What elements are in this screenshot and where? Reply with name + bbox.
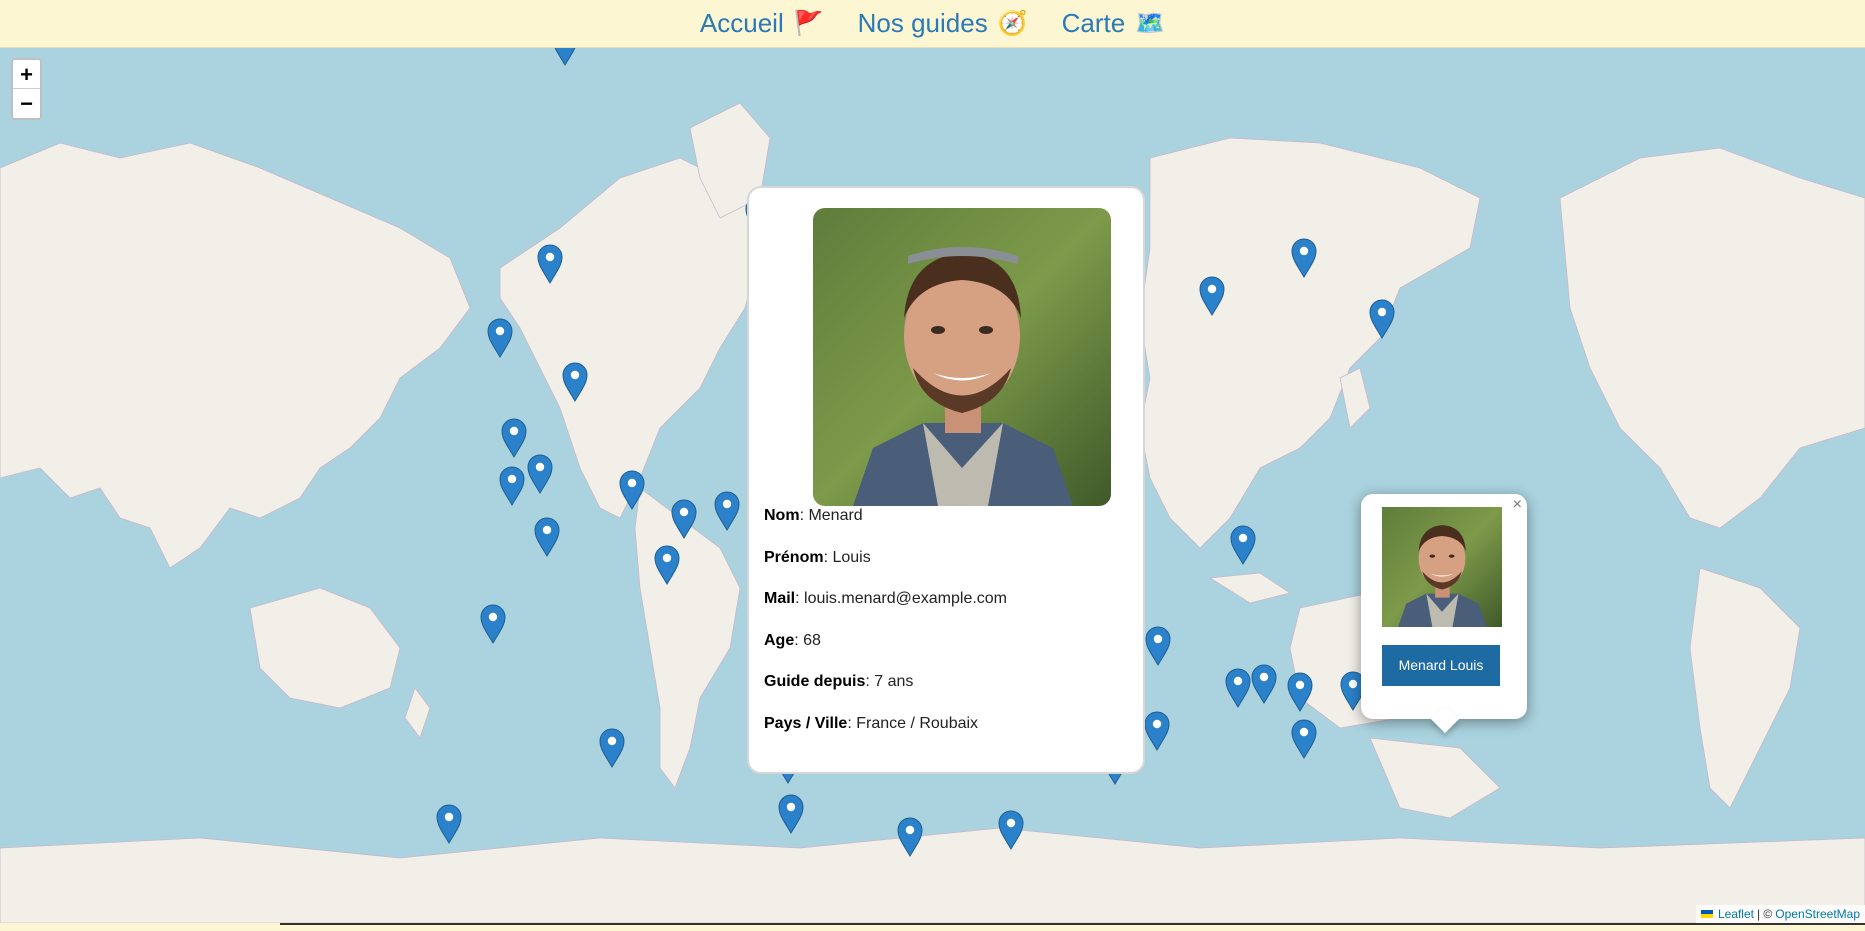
guide-detail-card: Nom: Menard Prénom: Louis Mail: louis.me…: [747, 186, 1145, 774]
guide-nom-value: Menard: [808, 507, 863, 524]
guide-field-mail: Mail: louis.menard@example.com: [764, 590, 1008, 607]
map-marker-pin-icon[interactable]: [1287, 672, 1313, 712]
map-marker-pin-icon[interactable]: [1291, 719, 1317, 759]
nav-nos-guides[interactable]: Nos guides 🧭: [858, 8, 1028, 39]
popup-guide-button[interactable]: Menard Louis: [1382, 645, 1500, 686]
zoom-out-button[interactable]: −: [13, 89, 40, 118]
nav-accueil[interactable]: Accueil 🚩: [700, 8, 824, 39]
guide-portrait-image: [813, 208, 1111, 506]
guide-field-age: Age: 68: [764, 631, 821, 649]
bottom-strip: [0, 923, 1865, 931]
map-marker-pin-icon[interactable]: [534, 517, 560, 557]
leaflet-link[interactable]: Leaflet: [1718, 905, 1754, 923]
guide-field-nom: Nom: Menard: [764, 507, 863, 524]
zoom-control: + −: [11, 58, 42, 120]
map-attribution: Leaflet | © OpenStreetMap: [1695, 905, 1865, 923]
map-marker-pin-icon[interactable]: [1144, 711, 1170, 751]
map-marker-pin-icon[interactable]: [487, 318, 513, 358]
map-marker-pin-icon[interactable]: [480, 604, 506, 644]
world-map-icon: 🗺️: [1135, 9, 1166, 37]
map-marker-pin-icon[interactable]: [714, 491, 740, 531]
red-flag-icon: 🚩: [793, 9, 824, 37]
map-marker-pin-icon[interactable]: [671, 499, 697, 539]
guide-field-prenom: Prénom: Louis: [764, 548, 871, 566]
map-marker-pin-icon[interactable]: [1230, 525, 1256, 565]
openstreetmap-link[interactable]: OpenStreetMap: [1775, 905, 1860, 923]
marker-popup: × Menard Louis: [1361, 494, 1527, 734]
guide-pays-ville-value: France / Roubaix: [856, 714, 979, 732]
popup-portrait-image: [1382, 507, 1502, 627]
zoom-in-button[interactable]: +: [13, 60, 40, 89]
nav-carte[interactable]: Carte 🗺️: [1062, 8, 1165, 39]
map-marker-pin-icon[interactable]: [654, 545, 680, 585]
map-marker-pin-icon[interactable]: [1145, 626, 1171, 666]
guide-prenom-value: Louis: [832, 548, 871, 566]
guide-age-value: 68: [803, 631, 821, 649]
compass-icon: 🧭: [997, 9, 1028, 37]
ukraine-flag-icon: [1700, 910, 1713, 918]
map-marker-pin-icon[interactable]: [537, 244, 563, 284]
nav-carte-label: Carte: [1061, 8, 1126, 38]
map-marker-pin-icon[interactable]: [501, 418, 527, 458]
nav-nos-guides-label: Nos guides: [857, 8, 988, 38]
map-marker-pin-icon[interactable]: [897, 817, 923, 857]
guide-field-pays-ville: Pays / Ville: France / Roubaix: [764, 714, 979, 732]
popup-close-button[interactable]: ×: [1513, 496, 1522, 514]
guide-mail-value: louis.menard@example.com: [804, 590, 1008, 607]
map-marker-pin-icon[interactable]: [552, 48, 578, 66]
map-marker-pin-icon[interactable]: [1369, 299, 1395, 339]
nav-accueil-label: Accueil: [699, 8, 784, 38]
guide-depuis-value: 7 ans: [874, 673, 914, 690]
map-marker-pin-icon[interactable]: [1225, 668, 1251, 708]
map-marker-pin-icon[interactable]: [619, 470, 645, 510]
map-marker-pin-icon[interactable]: [998, 810, 1024, 850]
map-marker-pin-icon[interactable]: [436, 804, 462, 844]
map-marker-pin-icon[interactable]: [562, 362, 588, 402]
map-marker-pin-icon[interactable]: [778, 794, 804, 834]
popup-guide-photo: [1382, 507, 1502, 627]
guide-photo: [813, 208, 1111, 506]
attribution-separator: | ©: [1756, 907, 1773, 921]
map-marker-pin-icon[interactable]: [599, 728, 625, 768]
map-marker-pin-icon[interactable]: [527, 454, 553, 494]
map-marker-pin-icon[interactable]: [1199, 276, 1225, 316]
top-navigation: Accueil 🚩 Nos guides 🧭 Carte 🗺️: [0, 0, 1865, 48]
map-marker-pin-icon[interactable]: [1291, 238, 1317, 278]
map-marker-pin-icon[interactable]: [1251, 664, 1277, 704]
guide-field-guide-depuis: Guide depuis: 7 ans: [764, 673, 914, 690]
map-marker-pin-icon[interactable]: [499, 466, 525, 506]
